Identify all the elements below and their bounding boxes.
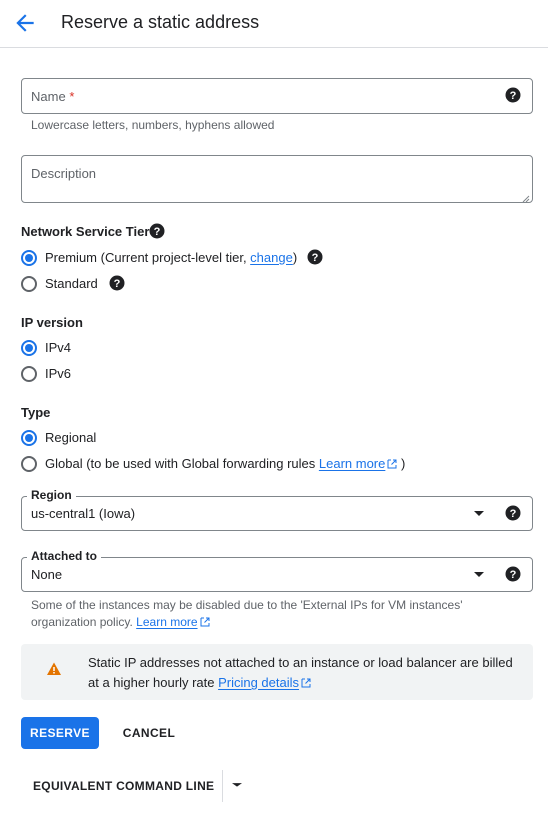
region-help-icon[interactable]: ? [505, 505, 521, 521]
external-link-icon [301, 678, 311, 688]
attached-to-value: None [31, 567, 63, 582]
svg-text:?: ? [510, 569, 517, 581]
network-tier-heading: Network Service Tier [21, 224, 150, 239]
policy-learn-more-link[interactable]: Learn more [136, 615, 210, 629]
region-dropdown-icon[interactable] [474, 511, 484, 516]
name-label: Name * [31, 89, 75, 104]
description-placeholder: Description [31, 166, 97, 181]
warning-icon [46, 661, 62, 677]
standard-help-icon[interactable]: ? [109, 275, 125, 291]
ipv6-radio[interactable] [21, 366, 37, 382]
ip-version-heading: IP version [21, 315, 83, 330]
button-divider [222, 770, 223, 802]
network-tier-help-icon[interactable]: ? [149, 223, 165, 239]
description-textarea[interactable] [21, 155, 533, 203]
premium-label: Premium (Current project-level tier, cha… [45, 250, 298, 265]
premium-radio[interactable] [21, 250, 37, 266]
attached-to-legend: Attached to [27, 549, 101, 563]
external-link-icon [387, 459, 397, 469]
regional-label: Regional [45, 430, 97, 445]
ipv4-radio[interactable] [21, 340, 37, 356]
cancel-button[interactable]: CANCEL [114, 717, 184, 749]
command-line-dropdown-icon[interactable] [226, 775, 248, 797]
standard-radio[interactable] [21, 276, 37, 292]
svg-text:?: ? [510, 508, 517, 520]
regional-radio[interactable] [21, 430, 37, 446]
resize-handle-icon[interactable] [520, 190, 530, 203]
name-hint: Lowercase letters, numbers, hyphens allo… [31, 118, 275, 132]
external-link-icon [200, 617, 210, 627]
global-learn-more-link[interactable]: Learn more [319, 456, 397, 471]
reserve-button[interactable]: RESERVE [21, 717, 99, 749]
required-mark: * [69, 89, 75, 104]
svg-text:?: ? [114, 278, 121, 290]
global-label: Global (to be used with Global forwardin… [45, 456, 406, 471]
name-help-icon[interactable]: ? [505, 87, 521, 103]
global-radio[interactable] [21, 456, 37, 472]
attached-to-hint: Some of the instances may be disabled du… [31, 598, 463, 629]
ipv4-label: IPv4 [45, 340, 72, 355]
equivalent-command-line-button[interactable]: EQUIVALENT COMMAND LINE [21, 771, 221, 801]
region-legend: Region [27, 488, 76, 502]
svg-text:?: ? [312, 252, 319, 264]
attached-to-dropdown-icon[interactable] [474, 572, 484, 577]
name-input[interactable] [21, 78, 533, 114]
svg-text:?: ? [154, 226, 161, 238]
ipv6-label: IPv6 [45, 366, 72, 381]
attached-to-help-icon[interactable]: ? [505, 566, 521, 582]
region-value: us-central1 (Iowa) [31, 506, 136, 521]
standard-label: Standard [45, 276, 98, 291]
back-arrow-icon[interactable] [12, 10, 38, 36]
change-tier-link[interactable]: change [250, 250, 293, 265]
warning-text: Static IP addresses not attached to an i… [88, 655, 513, 690]
svg-text:?: ? [510, 90, 517, 102]
page-title: Reserve a static address [61, 12, 260, 32]
type-heading: Type [21, 405, 51, 420]
pricing-details-link[interactable]: Pricing details [218, 675, 311, 690]
premium-help-icon[interactable]: ? [307, 249, 323, 265]
